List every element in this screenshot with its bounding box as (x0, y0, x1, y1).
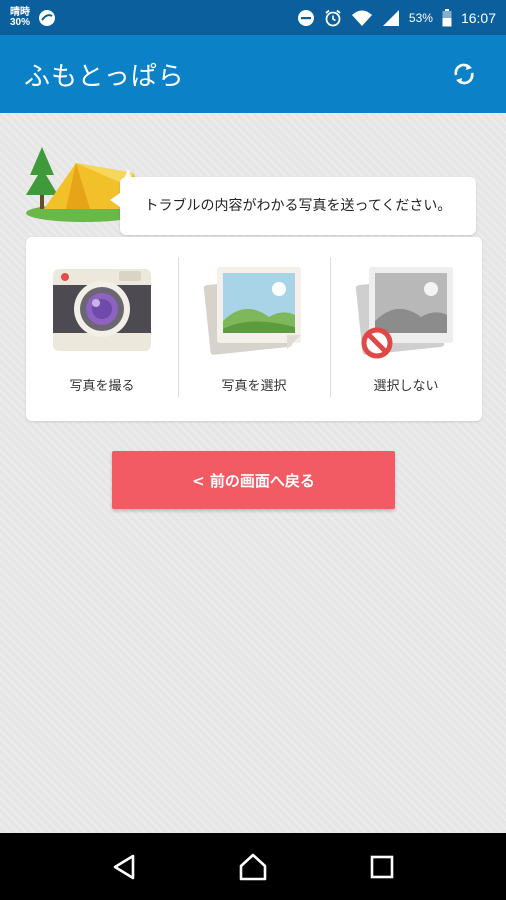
recents-icon (370, 855, 393, 878)
take-photo-option[interactable]: 写真を撮る (26, 237, 178, 421)
wifi-icon (351, 10, 372, 26)
prompt-message: トラブルの内容がわかる写真を送ってください。 (144, 198, 452, 214)
app-title: ふもとっぱら (24, 61, 185, 92)
signal-icon (382, 9, 399, 26)
nav-home-button[interactable] (223, 842, 283, 892)
refresh-icon (454, 63, 474, 85)
back-icon (114, 854, 135, 879)
no-photo-icon (355, 267, 453, 359)
photo-icon (203, 267, 301, 355)
main-content: トラブルの内容がわかる写真を送ってください。 写真を撮る 写真を選択 選択しない… (0, 113, 506, 833)
dnd-icon (297, 9, 314, 26)
refresh-button[interactable] (446, 56, 482, 92)
clock: 16:07 (460, 9, 496, 26)
weather-text: 晴時 (10, 6, 30, 18)
navigation-bar (0, 833, 506, 900)
nav-recents-button[interactable] (352, 842, 412, 892)
photo-options-card: 写真を撮る 写真を選択 選択しない (26, 237, 482, 421)
app-bar: ふもとっぱら (0, 35, 506, 113)
weather-indicator: 晴時 30% (10, 6, 31, 28)
alarm-icon (325, 9, 341, 26)
status-right: 53% 16:07 (297, 8, 496, 27)
status-left: 晴時 30% (10, 6, 56, 28)
camera-icon (53, 269, 151, 351)
battery-icon (442, 8, 452, 26)
no-photo-label: 選択しない (373, 379, 439, 394)
battery-percent: 53% (408, 10, 433, 25)
take-photo-label: 写真を撮る (69, 379, 135, 394)
select-photo-label: 写真を選択 (221, 379, 287, 394)
no-photo-option[interactable]: 選択しない (330, 237, 482, 421)
home-icon (239, 853, 267, 880)
nav-back-button[interactable] (94, 842, 154, 892)
status-bar: 晴時 30% 53% 16:07 (0, 0, 506, 35)
rain-chance: 30% (10, 16, 31, 28)
select-photo-option[interactable]: 写真を選択 (178, 237, 330, 421)
prompt-row: トラブルの内容がわかる写真を送ってください。 (24, 139, 484, 235)
back-to-previous-button[interactable]: < 前の画面へ戻る (112, 451, 395, 509)
notification-icon (39, 9, 56, 26)
back-button-label: < 前の画面へ戻る (192, 471, 315, 490)
prompt-bubble: トラブルの内容がわかる写真を送ってください。 (110, 177, 476, 235)
